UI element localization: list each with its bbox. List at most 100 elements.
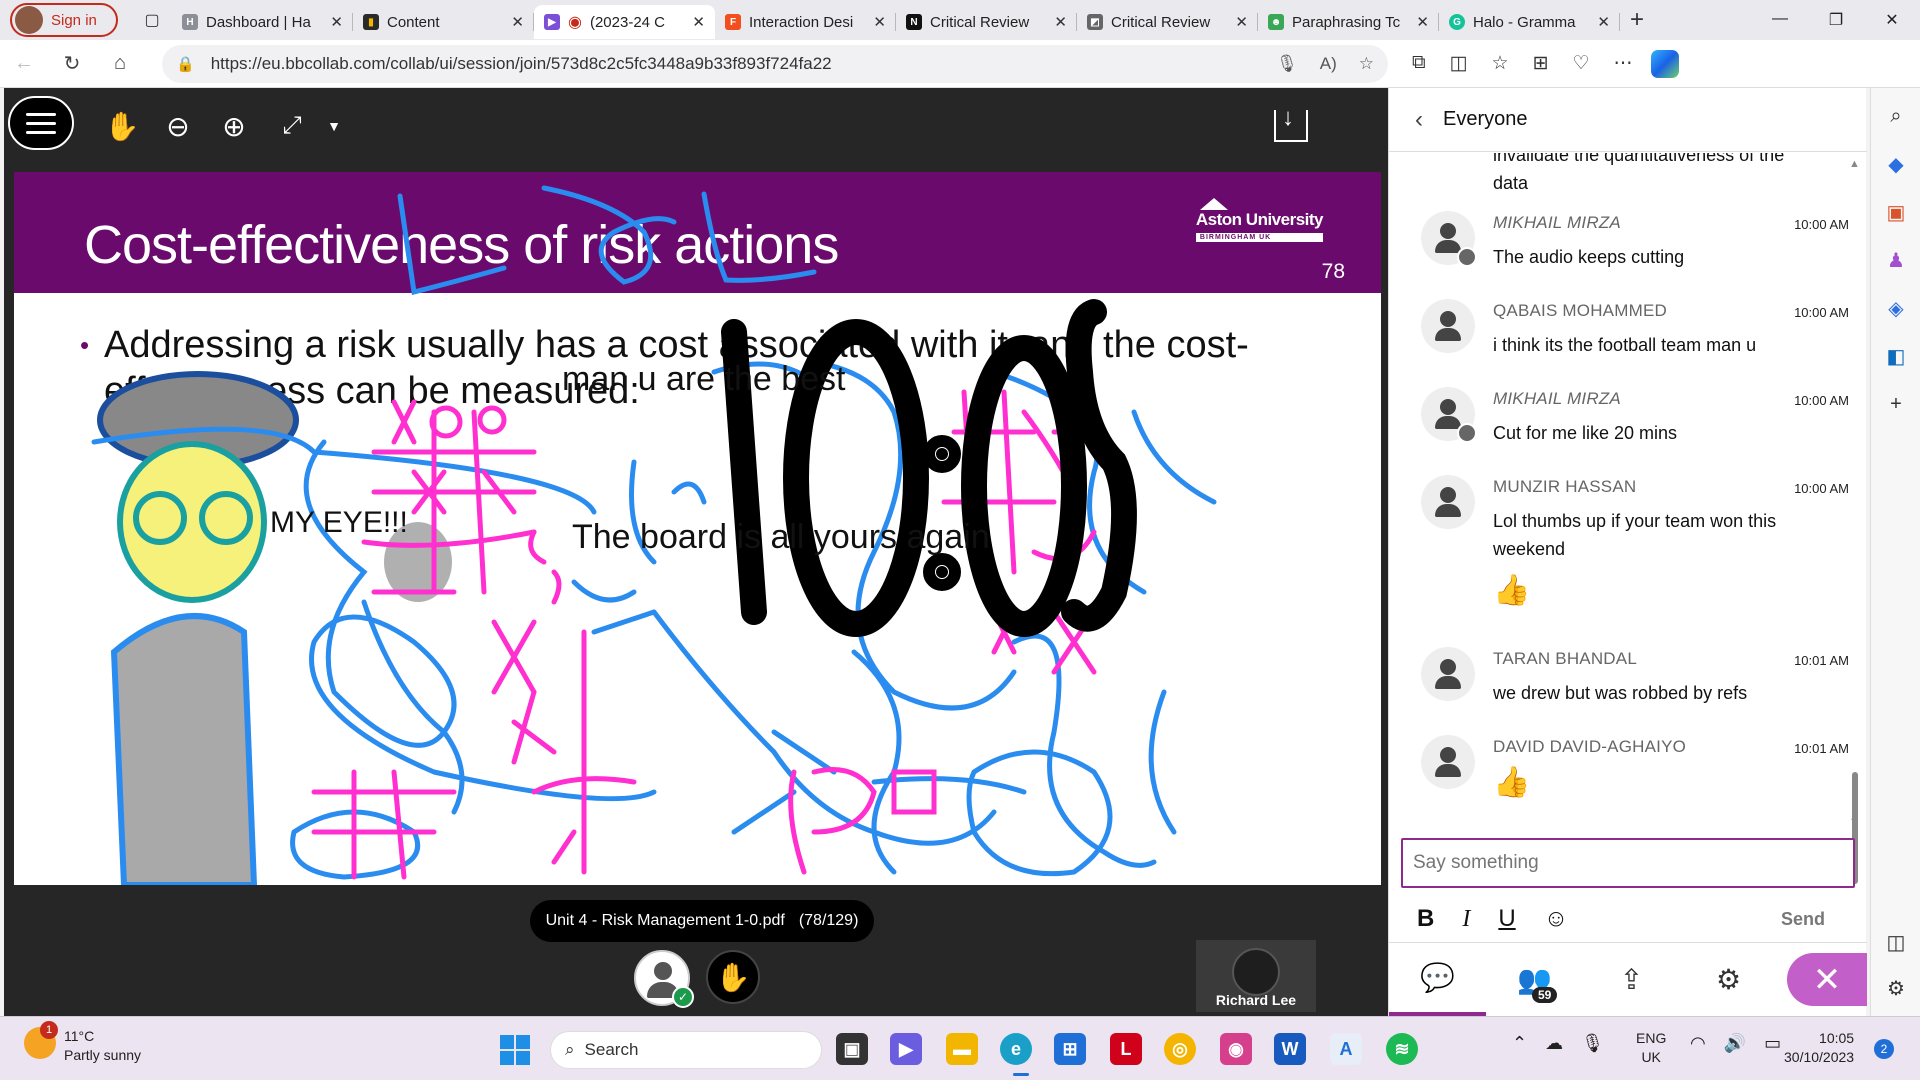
tab-close-icon[interactable]: ✕ bbox=[1235, 13, 1248, 31]
chat-scrollbar[interactable]: ▲ ▼ bbox=[1848, 154, 1862, 884]
chrome-icon[interactable]: ◎ bbox=[1164, 1033, 1196, 1065]
minimize-icon[interactable]: — bbox=[1752, 10, 1808, 30]
search-icon[interactable]: ⌕ bbox=[1884, 104, 1908, 128]
l-app-icon[interactable]: L bbox=[1110, 1033, 1142, 1065]
sidebar-settings-gear-icon[interactable]: ⚙ bbox=[1884, 976, 1908, 1000]
system-clock[interactable]: 10:05 30/10/2023 bbox=[1784, 1029, 1854, 1067]
outlook-icon[interactable]: ◧ bbox=[1884, 344, 1908, 368]
spotify-icon[interactable]: ≋ bbox=[1386, 1033, 1418, 1065]
raise-hand-button[interactable]: ✋ bbox=[706, 950, 760, 1004]
weather-widget[interactable]: 1 11°C Partly sunny bbox=[24, 1021, 141, 1065]
tab-chat[interactable]: 💬 bbox=[1389, 943, 1486, 1016]
close-panel-button[interactable]: ✕ bbox=[1787, 953, 1867, 1006]
add-sidebar-app-icon[interactable]: + bbox=[1884, 392, 1908, 416]
scroll-up-icon[interactable]: ▲ bbox=[1849, 158, 1860, 170]
fit-page-icon[interactable]: ⤢ bbox=[274, 108, 310, 144]
font-app-icon[interactable]: A bbox=[1330, 1033, 1362, 1065]
microphone-icon[interactable]: 🎙 bbox=[1276, 54, 1298, 74]
browser-tab[interactable]: N Critical Review ✕ bbox=[896, 5, 1077, 39]
tab-close-icon[interactable]: ✕ bbox=[330, 13, 343, 31]
new-tab-icon[interactable]: + bbox=[1630, 6, 1644, 34]
tab-close-icon[interactable]: ✕ bbox=[1597, 13, 1610, 31]
split-screen-icon[interactable]: ◫ bbox=[1450, 52, 1468, 75]
onedrive-cloud-icon[interactable]: ☁ bbox=[1545, 1033, 1563, 1054]
browser-tab[interactable]: H Dashboard | Ha ✕ bbox=[172, 5, 353, 39]
quick-settings-tray[interactable]: ◠ 🔊 ▭ bbox=[1690, 1033, 1781, 1054]
tools-icon[interactable]: ▣ bbox=[1884, 200, 1908, 224]
shared-slide[interactable]: Cost-effectiveness of risk actions Aston… bbox=[14, 172, 1381, 885]
word-icon[interactable]: W bbox=[1274, 1033, 1306, 1065]
download-icon[interactable] bbox=[1274, 104, 1308, 142]
notification-badge[interactable]: 2 bbox=[1874, 1039, 1894, 1059]
browser-tab[interactable]: ☻ Paraphrasing Tc ✕ bbox=[1258, 5, 1439, 39]
copilot-icon[interactable] bbox=[1650, 49, 1679, 78]
close-window-icon[interactable]: ✕ bbox=[1864, 10, 1920, 30]
tab-close-icon[interactable]: ✕ bbox=[1416, 13, 1429, 31]
tab-close-icon[interactable]: ✕ bbox=[692, 13, 705, 31]
chat-message-list[interactable]: invalidate the quantitativeness of the d… bbox=[1389, 153, 1867, 833]
back-icon[interactable]: ← bbox=[0, 52, 48, 75]
favorite-star-icon[interactable]: ☆ bbox=[1359, 54, 1374, 74]
read-aloud-icon[interactable]: A) bbox=[1320, 54, 1337, 74]
input-language[interactable]: ENG UK bbox=[1636, 1029, 1666, 1067]
emoji-icon[interactable]: ☺ bbox=[1544, 905, 1569, 933]
zoom-out-icon[interactable]: ⊖ bbox=[160, 108, 196, 144]
url-field[interactable]: 🔒 https://eu.bbcollab.com/collab/ui/sess… bbox=[162, 44, 1388, 83]
restore-icon[interactable]: ❐ bbox=[1808, 10, 1864, 30]
scroll-down-icon[interactable]: ▼ bbox=[1849, 816, 1860, 828]
tab-close-icon[interactable]: ✕ bbox=[873, 13, 886, 31]
taskbar-search[interactable]: ⌕ Search bbox=[550, 1031, 822, 1069]
message-text: Lol thumbs up if your team won this week… bbox=[1493, 511, 1777, 559]
session-menu-button[interactable] bbox=[8, 96, 74, 150]
tab-close-icon[interactable]: ✕ bbox=[1054, 13, 1067, 31]
more-menu-icon[interactable]: ⋯ bbox=[1614, 52, 1633, 75]
moderator-icon bbox=[1457, 247, 1477, 267]
bold-button[interactable]: B bbox=[1417, 905, 1434, 933]
home-icon[interactable]: ⌂ bbox=[96, 52, 144, 75]
tab-close-icon[interactable]: ✕ bbox=[511, 13, 524, 31]
favorites-icon[interactable]: ☆ bbox=[1492, 52, 1509, 75]
shopping-tag-icon[interactable]: ◆ bbox=[1884, 152, 1908, 176]
browser-tab[interactable]: F Interaction Desi ✕ bbox=[715, 5, 896, 39]
microphone-tray-icon[interactable]: 🎙 bbox=[1581, 1033, 1604, 1054]
refresh-icon[interactable]: ↻ bbox=[48, 51, 96, 76]
italic-button[interactable]: I bbox=[1462, 906, 1470, 933]
store-icon[interactable]: ⊞ bbox=[1054, 1033, 1086, 1065]
tab-settings[interactable]: ⚙ bbox=[1680, 943, 1777, 1016]
zoom-in-icon[interactable]: ⊕ bbox=[216, 108, 252, 144]
system-tray: ⌃ ☁ 🎙 bbox=[1512, 1033, 1604, 1054]
instagram-icon[interactable]: ◉ bbox=[1220, 1033, 1252, 1065]
browser-tab[interactable]: G Halo - Gramma ✕ bbox=[1439, 5, 1620, 39]
teams-icon[interactable]: ▶ bbox=[890, 1033, 922, 1065]
close-icon: ✕ bbox=[1812, 960, 1842, 999]
tab-share-content[interactable]: ⇪ bbox=[1583, 943, 1680, 1016]
chat-message-input[interactable] bbox=[1401, 838, 1855, 888]
task-view-icon[interactable]: ▣ bbox=[836, 1033, 868, 1065]
games-icon[interactable]: ♟ bbox=[1884, 248, 1908, 272]
pan-hand-icon[interactable]: ✋ bbox=[104, 108, 140, 144]
url-text[interactable]: https://eu.bbcollab.com/collab/ui/sessio… bbox=[211, 54, 1276, 74]
browser-essentials-icon[interactable]: ♡ bbox=[1573, 52, 1590, 75]
weather-badge: 1 bbox=[40, 1021, 58, 1039]
tab-attendees[interactable]: 👥 59 bbox=[1486, 943, 1583, 1016]
send-button[interactable]: Send bbox=[1781, 909, 1825, 930]
my-status-button[interactable]: ✓ bbox=[634, 950, 694, 1008]
message-author: MUNZIR HASSAN bbox=[1493, 477, 1637, 496]
fit-options-chevron-down-icon[interactable]: ▼ bbox=[316, 108, 352, 144]
lock-icon[interactable]: 🔒 bbox=[176, 55, 195, 73]
file-explorer-icon[interactable]: ▬ bbox=[946, 1033, 978, 1065]
copilot-sidebar-icon[interactable]: ◈ bbox=[1884, 296, 1908, 320]
underline-button[interactable]: U bbox=[1498, 905, 1515, 933]
tab-actions-icon[interactable]: ▢ bbox=[132, 0, 172, 40]
profile-button[interactable]: Sign in bbox=[10, 3, 118, 37]
browser-tab[interactable]: ▮ Content ✕ bbox=[353, 5, 534, 39]
browser-tab[interactable]: ◩ Critical Review ✕ bbox=[1077, 5, 1258, 39]
start-windows-icon[interactable] bbox=[500, 1035, 530, 1065]
edge-icon[interactable]: e bbox=[1000, 1033, 1032, 1065]
extensions-icon[interactable]: ⧉ bbox=[1412, 52, 1426, 75]
chevron-up-icon[interactable]: ⌃ bbox=[1512, 1033, 1527, 1054]
collections-icon[interactable]: ⊞ bbox=[1533, 52, 1549, 75]
chevron-left-icon[interactable]: ‹ bbox=[1415, 106, 1423, 134]
hide-sidebar-icon[interactable]: ◫ bbox=[1884, 930, 1908, 954]
browser-tab-active[interactable]: ▶ ◉ (2023-24 C ✕ bbox=[534, 5, 715, 39]
